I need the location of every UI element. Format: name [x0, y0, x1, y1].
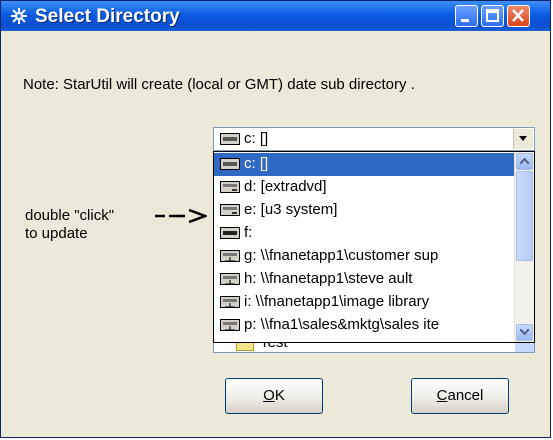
window-title: Select Directory — [35, 6, 180, 27]
chevron-up-icon — [520, 158, 529, 164]
network-drive-icon — [220, 296, 240, 308]
network-drive-icon — [220, 250, 240, 262]
dropdown-toggle[interactable] — [513, 129, 533, 149]
chevron-down-icon — [519, 136, 527, 141]
folder-list[interactable]: Test — [213, 343, 535, 353]
close-icon — [512, 9, 524, 22]
dropdown-item[interactable]: e: [u3 system] — [214, 199, 514, 222]
folder-list-scrollbar[interactable] — [515, 343, 534, 352]
maximize-icon — [486, 9, 499, 22]
folder-list-item-label: Test — [260, 343, 288, 351]
dropdown-item-label: d: [extradvd] — [244, 178, 327, 195]
dropdown-item[interactable]: d: [extradvd] — [214, 176, 514, 199]
update-hint: double "click" to update — [25, 207, 114, 243]
dropdown-item-label: h: \\fnanetapp1\steve ault — [244, 270, 413, 287]
network-drive-icon — [220, 319, 240, 331]
dropdown-item-label: i: \\fnanetapp1\image library — [244, 293, 430, 310]
dropdown-item[interactable]: h: \\fnanetapp1\steve ault — [214, 268, 514, 291]
cancel-label: ancel — [447, 387, 484, 404]
dropdown-item-label: c: [] — [244, 155, 269, 172]
dropdown-item[interactable]: g: \\fnanetapp1\customer sup — [214, 245, 514, 268]
minimize-icon — [461, 19, 469, 22]
gear-icon — [11, 8, 27, 24]
dropdown-item-label: f: — [244, 224, 253, 241]
dropdown-item-label: p: \\fna1\sales&mktg\sales ite — [244, 316, 440, 333]
removable-drive-icon — [220, 227, 240, 239]
dropdown-item[interactable]: c: [] — [214, 153, 514, 176]
dropdown-item[interactable]: p: \\fna1\sales&mktg\sales ite — [214, 314, 514, 337]
dropdown-item-label: e: [u3 system] — [244, 201, 338, 218]
hint-line-2: to update — [25, 225, 88, 242]
minimize-button[interactable] — [455, 5, 478, 27]
cd-drive-icon — [220, 204, 240, 216]
network-drive-icon — [220, 273, 240, 285]
cd-drive-icon — [220, 181, 240, 193]
ok-button[interactable]: OK — [225, 378, 323, 414]
note-text: Note: StarUtil will create (local or GMT… — [23, 76, 415, 93]
hard-drive-icon — [220, 158, 240, 170]
drive-select[interactable]: c: [] — [213, 127, 535, 151]
hint-line-1: double "click" — [25, 207, 115, 224]
drive-dropdown-list: c: [] d: [extradvd] e: [u3 system] f: g:… — [213, 151, 535, 343]
dropdown-item[interactable]: f: — [214, 222, 514, 245]
dropdown-item-label: g: \\fnanetapp1\customer sup — [244, 247, 439, 264]
dropdown-item[interactable]: i: \\fnanetapp1\image library — [214, 291, 514, 314]
ok-label: K — [274, 387, 285, 404]
drive-select-value: c: [] — [244, 130, 269, 147]
folder-icon — [236, 343, 254, 351]
close-button[interactable] — [507, 5, 530, 27]
ok-accelerator: O — [263, 387, 275, 404]
scroll-up-button[interactable] — [516, 153, 533, 170]
dropdown-scrollbar[interactable] — [514, 152, 534, 342]
cancel-button[interactable]: Cancel — [411, 378, 509, 414]
maximize-button[interactable] — [481, 5, 504, 27]
title-bar[interactable]: Select Directory — [1, 1, 550, 31]
select-directory-dialog: Select Directory Note: StarUtil will cre… — [0, 0, 551, 438]
scroll-down-button[interactable] — [516, 324, 533, 341]
scroll-thumb[interactable] — [516, 171, 533, 261]
hard-drive-icon — [220, 133, 240, 145]
cancel-accelerator: C — [436, 387, 448, 404]
arrow-right-icon — [155, 209, 207, 223]
chevron-down-icon — [520, 329, 529, 335]
